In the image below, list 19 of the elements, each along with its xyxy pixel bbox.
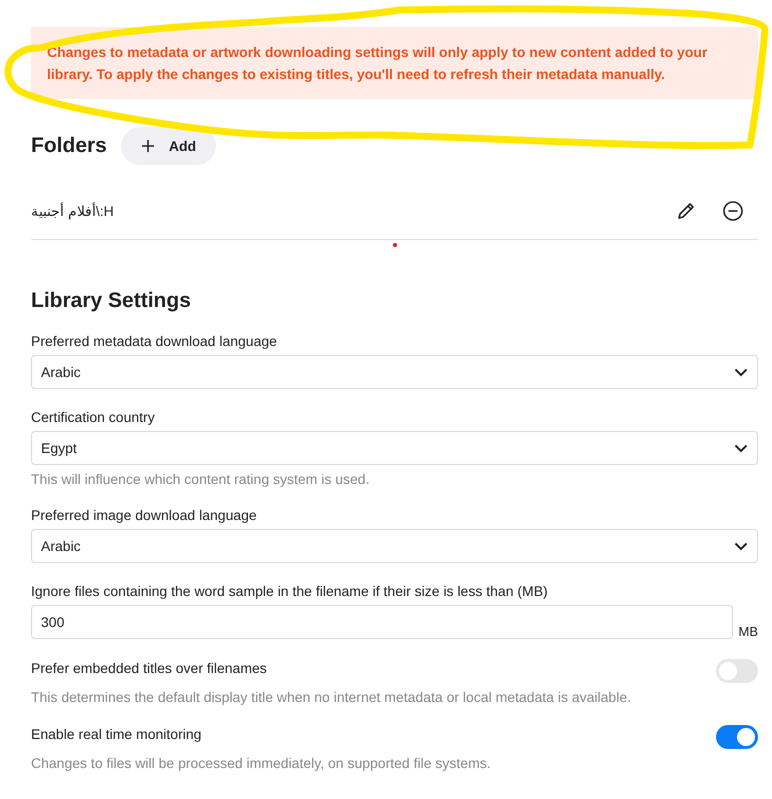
dropdown-field[interactable]: Egypt [31,431,758,465]
dropdown-field[interactable]: Arabic [31,529,758,563]
dropdown-field[interactable]: Arabic [31,355,758,389]
folder-path: H:\أفلام أجنبية [31,203,114,219]
section-title: Library Settings [31,289,192,313]
add-button[interactable]: Add [120,127,216,165]
unit-label: MB [738,624,758,639]
setting-label: Enable real time monitoring [31,726,202,742]
section-title: Folders [31,134,107,158]
setting-label: Ignore files containing the word sample in the filename if their size is less than (MB) [31,583,549,599]
setting-label: Preferred metadata download language [31,333,278,349]
setting-label: Prefer embedded titles over filenames [31,660,267,676]
setting-label: Certification country [31,409,156,425]
help-text: This determines the default display title when no internet metadata or local metadata is available. [31,689,632,705]
notice-banner: Changes to metadata or artwork downloading settings will only apply to new content added to your library. To apply the changes to existing titles, you'll need to refresh their metadata manually. [31,27,758,99]
setting-label: Preferred image download language [31,507,258,523]
help-text: This will influence which content rating system is used. [31,471,370,487]
input-field[interactable]: 300 [31,605,732,639]
help-text: Changes to files will be processed immediately, on supported file systems. [31,755,492,771]
